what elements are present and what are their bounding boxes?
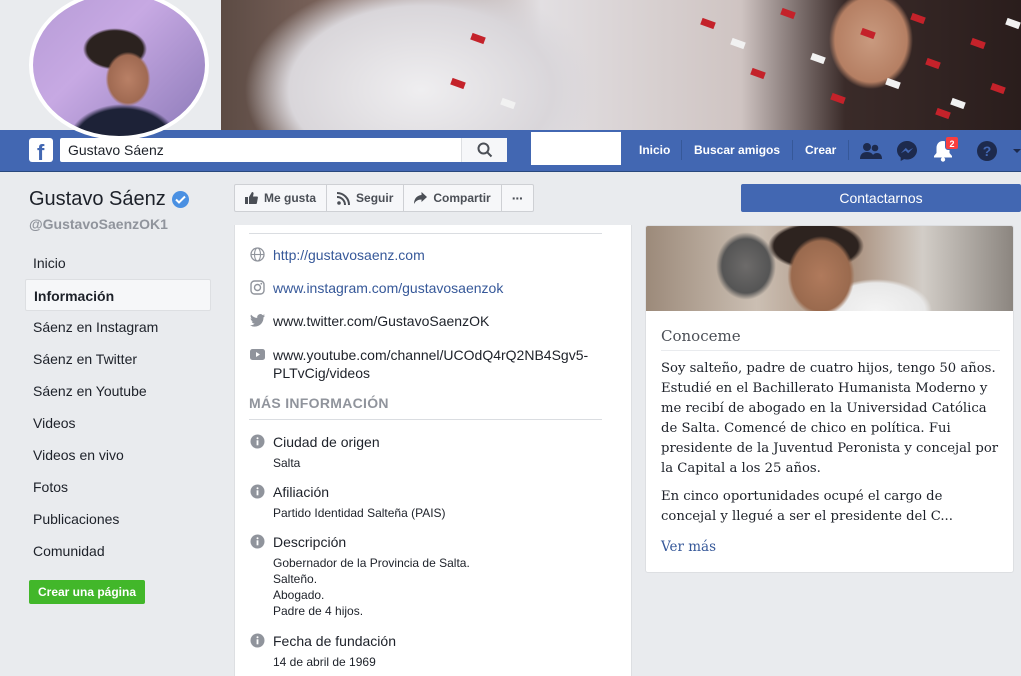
more-options-button[interactable]: ··· xyxy=(500,184,534,212)
sidebar-item-instagram[interactable]: Sáenz en Instagram xyxy=(25,311,211,343)
notification-badge: 2 xyxy=(945,136,959,150)
sidebar-item-inicio[interactable]: Inicio xyxy=(25,247,211,279)
youtube-link-line2: PLTvCig/videos xyxy=(273,365,371,381)
nav-create[interactable]: Crear xyxy=(805,143,836,157)
more-info-heading: MÁS INFORMACIÓN xyxy=(249,395,389,411)
description-row: Descripción Gobernador de la Provincia d… xyxy=(249,533,470,619)
description-line: Abogado. xyxy=(273,588,325,602)
youtube-row: www.youtube.com/channel/UCOdQ4rQ2NB4Sgv5… xyxy=(249,346,588,382)
account-menu-chevron-icon[interactable] xyxy=(1012,140,1021,162)
create-page-button[interactable]: Crear una página xyxy=(29,580,145,604)
globe-icon xyxy=(249,246,265,262)
nav-separator xyxy=(848,140,849,160)
sidebar-item-live-videos[interactable]: Videos en vivo xyxy=(25,439,211,471)
description-line: Salteño. xyxy=(273,572,318,586)
search-button[interactable] xyxy=(461,138,507,162)
story-photo[interactable] xyxy=(646,226,1013,311)
rss-follow-icon xyxy=(337,191,351,205)
founded-label: Fecha de fundación xyxy=(273,633,396,649)
affiliation-label: Afiliación xyxy=(273,484,330,500)
svg-text:?: ? xyxy=(983,143,992,159)
page-handle[interactable]: @GustavoSaenzOK1 xyxy=(29,216,168,232)
instagram-link[interactable]: www.instagram.com/gustavosaenzok xyxy=(273,279,503,297)
profile-shortcut[interactable] xyxy=(531,132,621,165)
facebook-page: f Inicio Buscar amigos Crear 2 ? Gustavo… xyxy=(0,0,1021,676)
description-line: Gobernador de la Provincia de Salta. xyxy=(273,556,470,570)
sidebar-item-youtube[interactable]: Sáenz en Youtube xyxy=(25,375,211,407)
sidebar-item-community[interactable]: Comunidad xyxy=(25,535,211,567)
like-label: Me gusta xyxy=(264,191,317,205)
follow-label: Seguir xyxy=(356,191,394,205)
verified-badge-icon xyxy=(171,191,189,208)
youtube-icon xyxy=(249,346,265,362)
nav-find-friends[interactable]: Buscar amigos xyxy=(694,143,780,157)
thumbs-up-icon xyxy=(245,192,258,204)
about-story-card: Conoceme Soy salteño, padre de cuatro hi… xyxy=(645,225,1014,573)
divider xyxy=(661,350,1000,351)
like-button[interactable]: Me gusta xyxy=(234,184,328,212)
instagram-icon xyxy=(249,279,265,295)
share-label: Compartir xyxy=(433,191,491,205)
nav-separator xyxy=(792,140,793,160)
share-button[interactable]: Compartir xyxy=(403,184,502,212)
info-icon xyxy=(249,632,265,648)
see-more-link[interactable]: Ver más xyxy=(661,539,716,555)
facebook-logo-icon[interactable]: f xyxy=(29,138,53,165)
nav-separator xyxy=(681,140,682,160)
sidebar-item-photos[interactable]: Fotos xyxy=(25,471,211,503)
twitter-bird-icon xyxy=(249,312,265,328)
sidebar-item-informacion[interactable]: Información xyxy=(25,279,211,311)
profile-picture[interactable] xyxy=(29,0,209,140)
nav-home[interactable]: Inicio xyxy=(639,143,670,157)
youtube-link-line1: www.youtube.com/channel/UCOdQ4rQ2NB4Sgv5… xyxy=(273,347,589,363)
twitter-row: www.twitter.com/GustavoSaenzOK xyxy=(249,312,489,330)
page-action-bar: Me gusta Seguir Compartir ··· xyxy=(234,184,534,212)
page-name-text[interactable]: Gustavo Sáenz xyxy=(29,188,166,211)
messenger-icon[interactable] xyxy=(896,140,918,162)
sidebar-item-posts[interactable]: Publicaciones xyxy=(25,503,211,535)
founded-value: 14 de abril de 1969 xyxy=(273,655,376,669)
story-paragraph-2: En cinco oportunidades ocupé el cargo de… xyxy=(661,489,953,524)
origin-row: Ciudad de origen Salta xyxy=(249,433,380,471)
story-title: Conoceme xyxy=(661,327,741,345)
instagram-row: www.instagram.com/gustavosaenzok xyxy=(249,279,503,297)
info-icon xyxy=(249,483,265,499)
description-label: Descripción xyxy=(273,534,347,550)
sidebar-item-twitter[interactable]: Sáenz en Twitter xyxy=(25,343,211,375)
origin-label: Ciudad de origen xyxy=(273,434,380,450)
founded-row: Fecha de fundación 14 de abril de 1969 xyxy=(249,632,396,670)
affiliation-value: Partido Identidad Salteña (PAIS) xyxy=(273,506,446,520)
description-value: Gobernador de la Provincia de Salta. Sal… xyxy=(273,555,470,619)
twitter-link[interactable]: www.twitter.com/GustavoSaenzOK xyxy=(273,312,489,330)
info-icon xyxy=(249,433,265,449)
description-line: Padre de 4 hijos. xyxy=(273,604,364,618)
website-row: http://gustavosaenz.com xyxy=(249,246,425,264)
divider xyxy=(249,419,602,420)
page-side-navigation: Inicio Información Sáenz en Instagram Sá… xyxy=(25,247,211,567)
origin-value: Salta xyxy=(273,456,301,470)
follow-button[interactable]: Seguir xyxy=(326,184,405,212)
search-icon xyxy=(477,142,492,158)
info-icon xyxy=(249,533,265,549)
contact-button[interactable]: Contactarnos xyxy=(741,184,1021,212)
share-arrow-icon xyxy=(414,192,428,204)
search-input[interactable] xyxy=(60,138,460,162)
friend-requests-icon[interactable] xyxy=(860,140,882,162)
more-options-icon: ··· xyxy=(511,190,524,206)
affiliation-row: Afiliación Partido Identidad Salteña (PA… xyxy=(249,483,446,521)
sidebar-item-videos[interactable]: Videos xyxy=(25,407,211,439)
divider xyxy=(249,233,602,234)
help-icon[interactable]: ? xyxy=(976,140,998,162)
cover-photo[interactable] xyxy=(221,0,1021,130)
story-paragraph-1: Soy salteño, padre de cuatro hijos, teng… xyxy=(661,361,999,476)
search-box xyxy=(60,138,507,162)
page-title: Gustavo Sáenz xyxy=(29,188,189,211)
website-link[interactable]: http://gustavosaenz.com xyxy=(273,246,425,264)
youtube-link[interactable]: www.youtube.com/channel/UCOdQ4rQ2NB4Sgv5… xyxy=(273,346,588,382)
